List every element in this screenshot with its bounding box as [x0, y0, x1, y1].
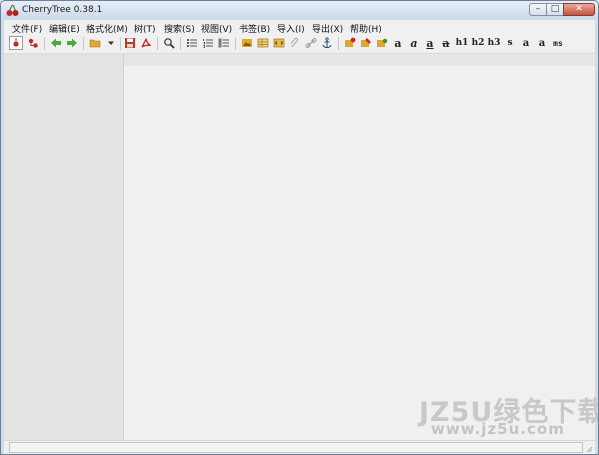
title-bar[interactable]: CherryTree 0.38.1 – □ ✕ [1, 1, 598, 20]
open-recent-dropdown-icon[interactable] [104, 36, 118, 50]
strikethrough-icon[interactable]: a [439, 36, 453, 50]
go-forward-icon[interactable] [65, 36, 79, 50]
toolbar: a a a a h1 h2 h3 s a a ms [4, 34, 595, 54]
menu-bar: 文件(F) 编辑(E) 格式化(M) 树(T) 搜索(S) 视图(V) 书签(B… [4, 20, 595, 35]
underline-icon[interactable]: a [423, 36, 437, 50]
toolbar-separator [83, 37, 84, 50]
status-field [9, 442, 583, 453]
export-pdf-icon[interactable] [139, 36, 153, 50]
toolbar-separator [180, 37, 181, 50]
toolbar-separator [157, 37, 158, 50]
node-properties-icon[interactable] [359, 36, 373, 50]
insert-anchor-icon[interactable] [320, 36, 334, 50]
toolbar-separator [338, 37, 339, 50]
add-node-icon[interactable] [9, 36, 23, 50]
save-icon[interactable] [123, 36, 137, 50]
insert-table-icon[interactable] [256, 36, 270, 50]
italic-icon[interactable]: a [407, 36, 421, 50]
window-title: CherryTree 0.38.1 [22, 5, 103, 15]
close-button[interactable]: ✕ [563, 3, 595, 16]
monospace-icon[interactable]: ms [551, 36, 565, 50]
node-tags-icon[interactable] [375, 36, 389, 50]
tree-panel[interactable] [4, 54, 124, 440]
insert-codebox-icon[interactable] [272, 36, 286, 50]
node-name-header [124, 54, 595, 66]
insert-image-icon[interactable] [240, 36, 254, 50]
cherry-app-icon [6, 4, 19, 17]
find-icon[interactable] [162, 36, 176, 50]
numbered-list-icon[interactable] [201, 36, 215, 50]
heading2-icon[interactable]: h2 [471, 36, 485, 50]
bulleted-list-icon[interactable] [185, 36, 199, 50]
bookmark-node-icon[interactable] [343, 36, 357, 50]
watermark-url: www.jz5u.com [431, 420, 565, 438]
toolbar-separator [44, 37, 45, 50]
app-window: CherryTree 0.38.1 – □ ✕ 文件(F) 编辑(E) 格式化(… [0, 0, 599, 455]
bold-icon[interactable]: a [391, 36, 405, 50]
status-bar [4, 440, 595, 454]
heading1-icon[interactable]: h1 [455, 36, 469, 50]
open-folder-icon[interactable] [88, 36, 102, 50]
resize-grip-icon[interactable] [585, 445, 593, 453]
insert-file-icon[interactable] [288, 36, 302, 50]
toolbar-separator [120, 37, 121, 50]
add-subnode-icon[interactable] [26, 36, 40, 50]
go-back-icon[interactable] [49, 36, 63, 50]
subscript-icon[interactable]: a [535, 36, 549, 50]
toolbar-separator [235, 37, 236, 50]
todo-list-icon[interactable] [217, 36, 231, 50]
maximize-button[interactable]: □ [546, 3, 564, 16]
minimize-button[interactable]: – [529, 3, 547, 16]
text-editor[interactable] [124, 66, 595, 440]
superscript-icon[interactable]: a [519, 36, 533, 50]
small-text-icon[interactable]: s [503, 36, 517, 50]
heading3-icon[interactable]: h3 [487, 36, 501, 50]
insert-link-icon[interactable] [304, 36, 318, 50]
